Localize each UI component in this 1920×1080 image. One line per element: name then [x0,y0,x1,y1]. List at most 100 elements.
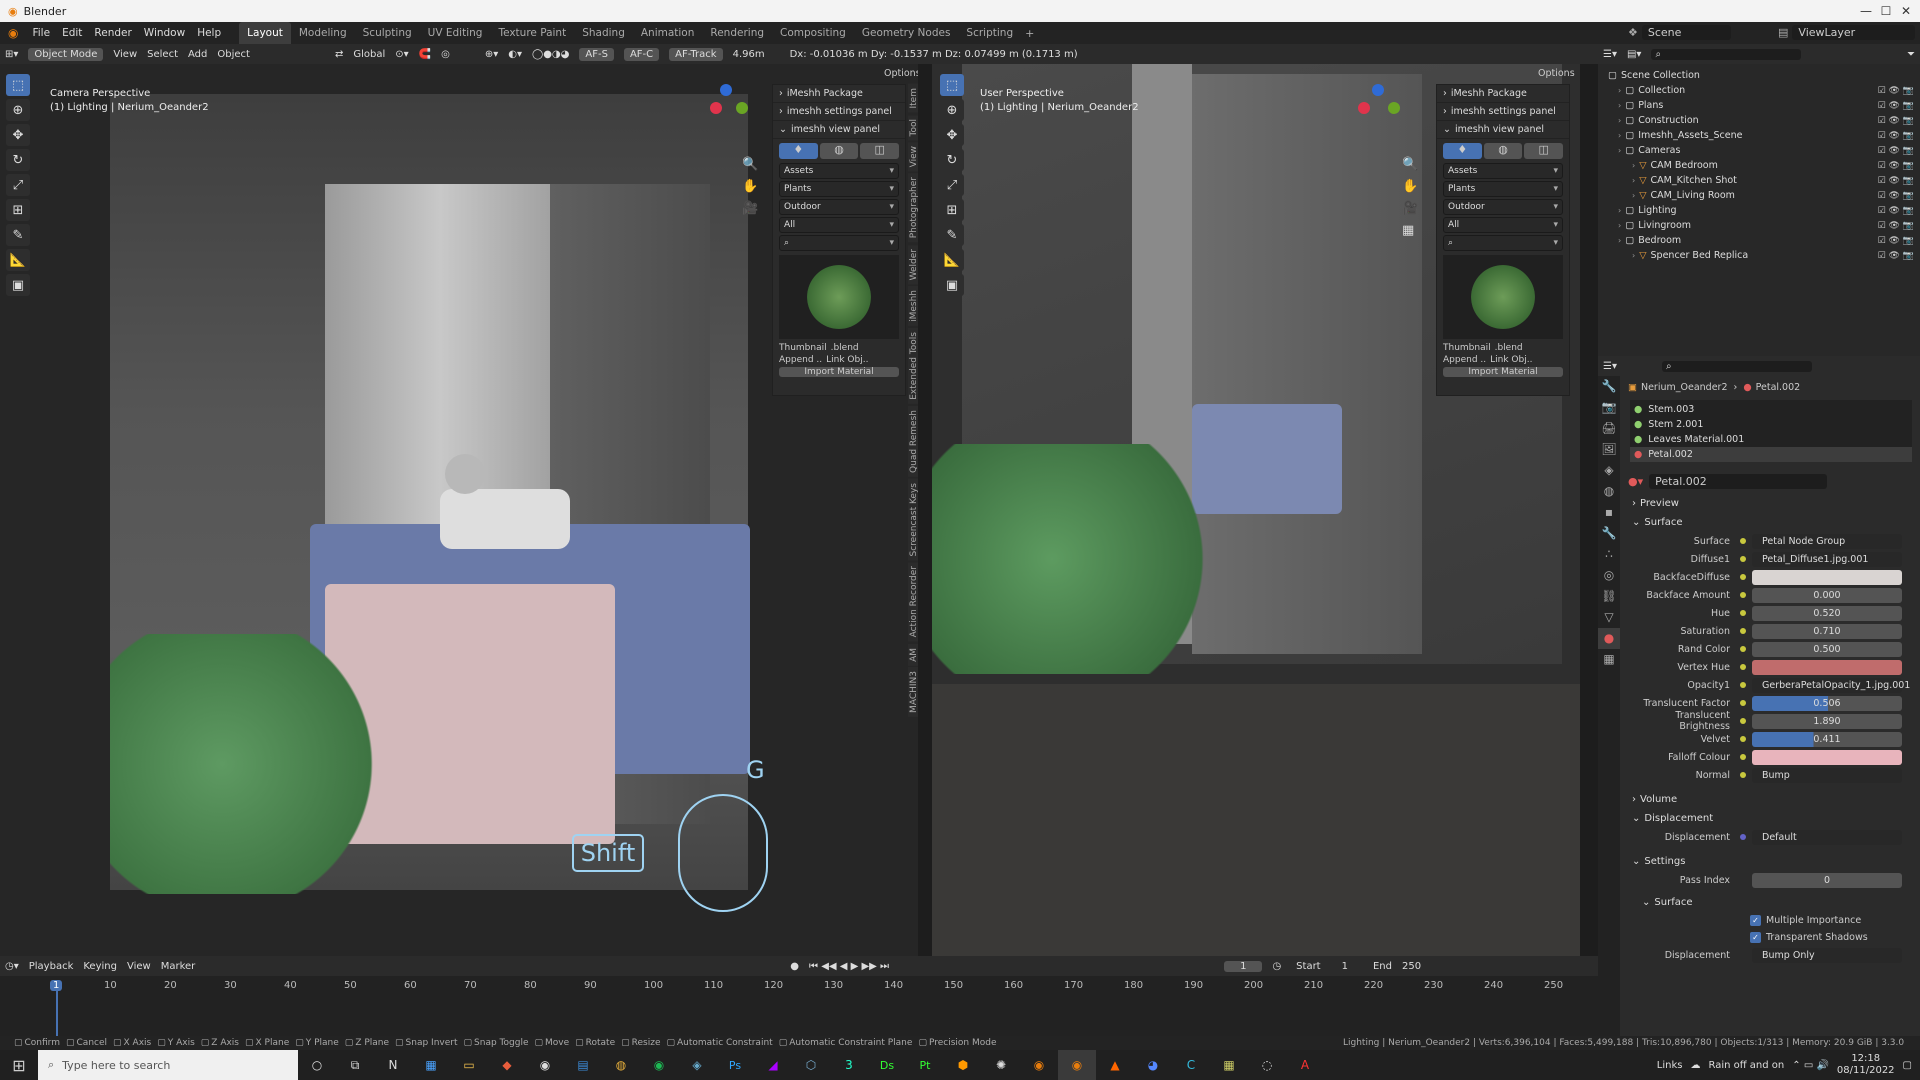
pivot-icon[interactable]: ⊙▾ [395,49,408,60]
outliner-item[interactable]: › ▽ Spencer Bed Replica ☑ 👁 📷 [1598,248,1920,263]
grid-view-icon[interactable]: ▦ [1402,220,1418,242]
tab-texture-paint[interactable]: Texture Paint [490,22,574,44]
tab-compositing[interactable]: Compositing [772,22,854,44]
acrobat-icon[interactable]: A [1286,1050,1324,1080]
app-icon-1[interactable]: ◆ [488,1050,526,1080]
cursor-icon-right[interactable]: ⊕ [940,99,964,121]
prop-field[interactable]: 1.890 [1752,713,1902,729]
app-icon-7[interactable]: ✺ [982,1050,1020,1080]
prop-field[interactable]: 0.520 [1752,605,1902,621]
append-button-right[interactable]: Append .. [1443,355,1486,365]
imeshh-search-input-right[interactable]: ⌕ [1443,235,1563,251]
notifications-icon[interactable]: ▢ [1903,1060,1912,1071]
outliner-filter-icon[interactable]: ⏷ [1907,49,1915,60]
displacement-value[interactable]: Default [1752,829,1902,845]
vlc-icon[interactable]: ▲ [1096,1050,1134,1080]
record-icon[interactable]: ● [790,961,799,972]
marker-menu[interactable]: Marker [161,961,196,972]
tool-tab-icon[interactable]: 🔧 [1598,376,1620,397]
clock-icon[interactable]: ◷ [1272,961,1281,972]
visibility-toggles[interactable]: ☑ 👁 📷 [1878,131,1914,141]
expand-arrow-icon[interactable]: › [1618,236,1621,245]
blender-icon[interactable]: ◉ [1020,1050,1058,1080]
af-c-button[interactable]: AF-C [623,47,660,61]
particles-tab-icon[interactable]: ∴ [1598,544,1620,565]
outliner-search-input[interactable]: ⌕ [1651,48,1802,60]
visibility-toggles[interactable]: ☑ 👁 📷 [1878,221,1914,231]
outliner-item[interactable]: › ▽ CAM_Kitchen Shot ☑ 👁 📷 [1598,173,1920,188]
prop-field[interactable]: 0.411 [1752,731,1902,747]
weather-icon[interactable]: ☁ [1690,1060,1700,1071]
expand-arrow-icon[interactable]: › [1618,146,1621,155]
imeshh-view-header[interactable]: ⌄ imeshh view panel [773,121,905,139]
scene-tab-icon[interactable]: ◈ [1598,460,1620,481]
scale-icon[interactable]: ⤢ [6,174,30,196]
windows-store-icon[interactable]: ▦ [412,1050,450,1080]
shading-icons[interactable]: ◯●◑◕ [532,49,569,60]
axis-y-icon-right[interactable] [1388,102,1400,114]
outliner-item[interactable]: ▢ Scene Collection [1598,68,1920,83]
rotate-icon-right[interactable]: ↻ [940,149,964,171]
imeshh-subcategory-dropdown-right[interactable]: Plants [1443,181,1563,197]
app-icon-5[interactable]: 3 [830,1050,868,1080]
scene-selector[interactable]: ❖ Scene [1628,25,1732,40]
add-cube-icon[interactable]: ▣ [6,274,30,296]
imeshh-hdri-icon[interactable]: ◫ [860,143,900,159]
tab-uv-editing[interactable]: UV Editing [420,22,491,44]
imeshh-settings-header-right[interactable]: › imeshh settings panel [1437,103,1569,121]
visibility-toggles[interactable]: ☑ 👁 📷 [1878,161,1914,171]
visibility-toggles[interactable]: ☑ 👁 📷 [1878,101,1914,111]
move-icon[interactable]: ✥ [6,124,30,146]
sidetab-action-recorder[interactable]: Action Recorder [908,562,918,642]
end-frame-field[interactable]: 250 [1402,961,1421,972]
scale-icon-right[interactable]: ⤢ [940,174,964,196]
right-viewport[interactable]: ⬚ ⊕ ✥ ↻ ⤢ ⊞ ✎ 📐 ▣ User Perspective (1) L… [932,64,1580,956]
imeshh-filter-dropdown[interactable]: All [779,217,899,233]
app-icon-8[interactable]: C [1172,1050,1210,1080]
select-box-icon-right[interactable]: ⬚ [940,74,964,96]
zoom-icon[interactable]: 🔍 [742,154,758,176]
material-slot[interactable]: ● Stem.003 [1630,402,1912,417]
sidetab-welder[interactable]: Welder [908,244,918,284]
outliner-item[interactable]: › ▢ Plans ☑ 👁 📷 [1598,98,1920,113]
timeline-editor-icon[interactable]: ◷▾ [5,961,19,972]
left-viewport[interactable]: ⬚ ⊕ ✥ ↻ ⤢ ⊞ ✎ 📐 ▣ Camera Perspective (1)… [0,64,918,956]
expand-arrow-icon[interactable]: › [1618,101,1621,110]
current-frame-field[interactable]: 1 [1224,960,1263,972]
visibility-toggles[interactable]: ☑ 👁 📷 [1878,116,1914,126]
timeline-track[interactable] [0,976,1598,1036]
menu-render[interactable]: Render [88,27,137,39]
checkbox-checked-icon[interactable]: ✓ [1750,932,1761,943]
imeshh-settings-header[interactable]: › imeshh settings panel [773,103,905,121]
outliner-item[interactable]: › ▢ Lighting ☑ 👁 📷 [1598,203,1920,218]
imeshh-package-header-right[interactable]: › iMeshh Package [1437,85,1569,103]
app-icon-10[interactable]: ◌ [1248,1050,1286,1080]
object-menu[interactable]: Object [217,49,250,60]
imeshh-view-header-right[interactable]: ⌄ imeshh view panel [1437,121,1569,139]
menu-file[interactable]: File [26,27,56,39]
sidetab-view[interactable]: View [908,141,918,172]
annotate-icon-right[interactable]: ✎ [940,224,964,246]
menu-edit[interactable]: Edit [56,27,88,39]
visibility-toggles[interactable]: ☑ 👁 📷 [1878,236,1914,246]
imeshh-package-header[interactable]: › iMeshh Package [773,85,905,103]
imeshh-materials-icon-right[interactable]: ◍ [1483,143,1523,159]
app-icon-6[interactable]: ⬢ [944,1050,982,1080]
af-s-button[interactable]: AF-S [579,47,614,61]
tab-layout[interactable]: Layout [239,22,291,44]
proportional-edit-icon[interactable]: ◎ [441,49,450,60]
task-view-icon[interactable]: ⧉ [336,1050,374,1080]
tab-scripting[interactable]: Scripting [958,22,1021,44]
expand-arrow-icon[interactable]: › [1618,86,1621,95]
prop-field[interactable]: 0.000 [1752,587,1902,603]
expand-arrow-icon[interactable]: › [1618,116,1621,125]
tab-rendering[interactable]: Rendering [702,22,772,44]
blend-button[interactable]: .blend [831,343,859,353]
expand-arrow-icon[interactable]: › [1632,251,1635,260]
file-explorer-icon[interactable]: ▭ [450,1050,488,1080]
menu-window[interactable]: Window [138,27,191,39]
notion-icon[interactable]: N [374,1050,412,1080]
windows-start-icon[interactable]: ⊞ [0,1050,38,1080]
sidetab-photographer[interactable]: Photographer [908,173,918,243]
af-track-button[interactable]: AF-Track [669,47,723,61]
